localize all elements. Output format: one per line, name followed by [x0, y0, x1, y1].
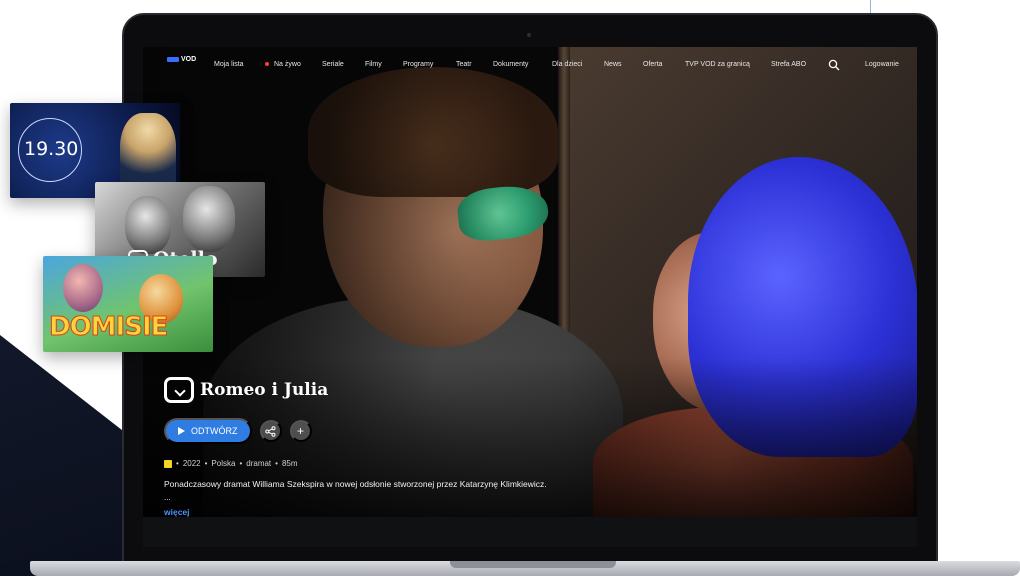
- tvp-theatre-icon: [164, 377, 194, 403]
- nav-item-seriale[interactable]: Seriale: [322, 61, 344, 68]
- domisie-title: DOMISIE: [48, 312, 168, 343]
- domisie-character-1: [63, 264, 103, 312]
- hero-meta: • 2022 • Polska • dramat • 85m: [164, 459, 298, 468]
- share-icon: [265, 425, 276, 437]
- age-rating-badge: [164, 459, 172, 468]
- decorative-line: [870, 0, 871, 14]
- hero-description: Ponadczasowy dramat Williama Szekspira w…: [164, 479, 547, 489]
- meta-separator: •: [204, 459, 208, 468]
- nav-item-na-zywo[interactable]: Na żywo: [265, 61, 301, 68]
- nav-item-strefa-abo[interactable]: Strefa ABO: [771, 61, 806, 68]
- nav-item-programy[interactable]: Programy: [403, 61, 433, 68]
- nav-item-moja-lista[interactable]: Moja lista: [214, 61, 244, 68]
- more-link[interactable]: więcej: [164, 507, 190, 517]
- share-button[interactable]: [259, 420, 282, 442]
- nav-item-teatr[interactable]: Teatr: [456, 61, 472, 68]
- search-icon[interactable]: [828, 59, 840, 71]
- meta-separator: •: [275, 459, 278, 468]
- description-ellipsis: ...: [164, 493, 171, 502]
- meta-country: Polska: [211, 459, 236, 468]
- nav-item-oferta[interactable]: Oferta: [643, 61, 662, 68]
- laptop-screen: VOD Moja lista Na żywo Seriale Filmy Pro…: [143, 47, 917, 547]
- meta-separator: •: [176, 459, 179, 468]
- play-button[interactable]: ODTWÓRZ: [164, 418, 252, 444]
- meta-genre: dramat: [246, 459, 272, 468]
- hero-title-row: Romeo i Julia: [164, 377, 328, 403]
- live-dot-icon: [265, 62, 269, 67]
- nav-item-dla-dzieci[interactable]: Dla dzieci: [552, 61, 582, 68]
- news-time-label: 19.30: [24, 138, 79, 160]
- otello-figure-right: [183, 186, 235, 252]
- play-icon: [178, 427, 185, 435]
- add-to-list-button[interactable]: +: [289, 420, 312, 442]
- login-link[interactable]: Logowanie: [865, 61, 899, 68]
- nav-item-dokumenty[interactable]: Dokumenty: [493, 61, 528, 68]
- nav-item-filmy[interactable]: Filmy: [365, 61, 382, 68]
- meta-duration: 85m: [281, 459, 298, 468]
- hero-artwork: [143, 47, 917, 547]
- content-row-strip: [143, 517, 917, 547]
- hero-actions: ODTWÓRZ +: [164, 418, 312, 444]
- otello-figure-left: [125, 196, 171, 254]
- nav-item-label: Na żywo: [274, 61, 301, 68]
- top-navigation: VOD Moja lista Na żywo Seriale Filmy Pro…: [143, 47, 917, 89]
- tvp-logo-icon: [167, 57, 179, 62]
- laptop-base-notch: [450, 561, 616, 568]
- tvp-vod-logo[interactable]: VOD: [167, 56, 196, 63]
- nav-item-tvp-vod-za-granica[interactable]: TVP VOD za granicą: [685, 61, 750, 68]
- page-title: Romeo i Julia: [200, 380, 329, 400]
- play-button-label: ODTWÓRZ: [191, 426, 238, 436]
- nav-item-news[interactable]: News: [604, 61, 622, 68]
- meta-separator: •: [239, 459, 243, 468]
- plus-icon: +: [296, 424, 304, 438]
- meta-year: 2022: [182, 459, 201, 468]
- logo-text: VOD: [181, 56, 197, 63]
- laptop-camera: [527, 33, 531, 37]
- card-domisie[interactable]: DOMISIE: [43, 256, 213, 352]
